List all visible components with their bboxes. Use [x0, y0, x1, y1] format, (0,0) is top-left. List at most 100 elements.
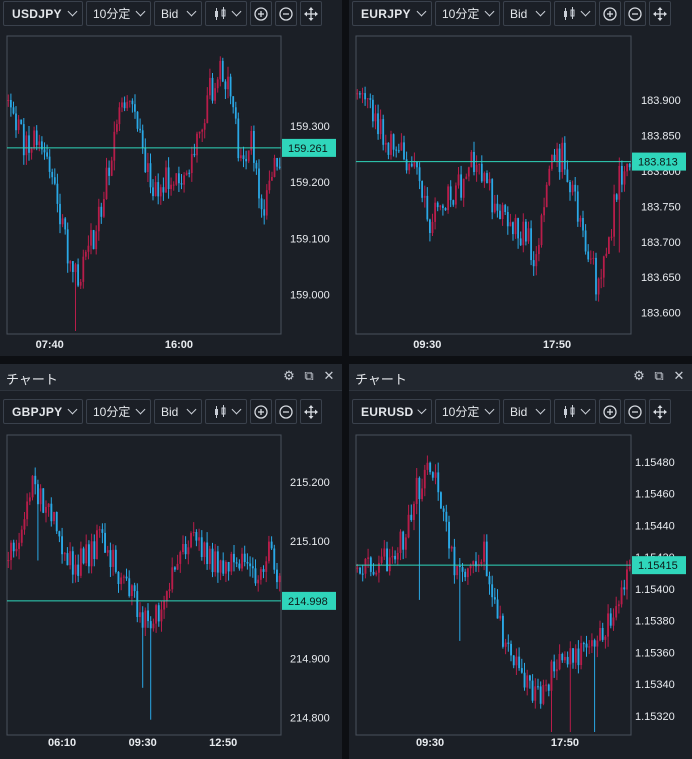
- symbol-select[interactable]: EURUSD: [352, 399, 432, 424]
- candle-body: [507, 642, 510, 644]
- candle-body: [84, 251, 87, 257]
- zoom-out-icon: [628, 6, 642, 21]
- chart-type-select[interactable]: [205, 399, 247, 424]
- timeframe-select[interactable]: 10分定: [86, 1, 151, 26]
- y-tick-label: 215.100: [290, 536, 330, 548]
- candle-body: [396, 553, 399, 560]
- y-tick-label: 159.100: [290, 233, 330, 245]
- candle-body: [457, 174, 460, 186]
- timeframe-label: 10分定: [93, 405, 131, 419]
- candle-body: [160, 609, 163, 622]
- candle-body: [128, 100, 131, 102]
- symbol-select[interactable]: GBPJPY: [3, 399, 83, 424]
- panel-title-bar[interactable]: チャート ⚙ ⧉ ✕: [349, 364, 692, 391]
- candle-body: [104, 532, 106, 553]
- candle-body: [553, 661, 556, 672]
- candle-body: [545, 684, 547, 686]
- timeframe-select[interactable]: 10分定: [86, 399, 151, 424]
- zoom-in-button[interactable]: [250, 1, 272, 26]
- price-type-select[interactable]: Bid: [503, 399, 551, 424]
- price-type-select[interactable]: Bid: [154, 1, 202, 26]
- zoom-in-button[interactable]: [599, 399, 621, 424]
- candle-body: [426, 462, 429, 470]
- candle-body: [22, 124, 25, 156]
- candle-body: [418, 167, 421, 182]
- candle-body: [71, 551, 74, 575]
- y-tick-label: 1.15380: [635, 616, 675, 628]
- candle-body: [582, 643, 585, 645]
- candle-body: [15, 113, 17, 131]
- gear-icon[interactable]: ⚙: [632, 368, 646, 384]
- candle-body: [200, 537, 203, 557]
- symbol-select[interactable]: USDJPY: [3, 1, 83, 26]
- candle-body: [615, 606, 618, 618]
- zoom-out-button[interactable]: [624, 399, 646, 424]
- move-button[interactable]: [649, 1, 671, 26]
- candle-body: [366, 98, 369, 100]
- candle-body: [254, 568, 257, 584]
- zoom-out-button[interactable]: [275, 1, 297, 26]
- candle-body: [545, 184, 548, 208]
- candle-body: [147, 610, 149, 622]
- zoom-in-button[interactable]: [599, 1, 621, 26]
- chart-type-select[interactable]: [554, 1, 596, 26]
- candle-body: [203, 123, 206, 130]
- candle-body: [240, 155, 242, 159]
- candle-body: [55, 512, 58, 532]
- price-type-select[interactable]: Bid: [154, 399, 202, 424]
- price-chart[interactable]: 159.300 159.200 159.100 159.000 159.261 07:40…: [0, 30, 342, 356]
- zoom-in-button[interactable]: [250, 399, 272, 424]
- timeframe-label: 10分定: [93, 7, 131, 21]
- candle-body: [123, 102, 126, 109]
- candle-body: [219, 60, 222, 80]
- candle-body: [537, 686, 539, 688]
- panel-title-bar[interactable]: チャート ⚙ ⧉ ✕: [0, 364, 342, 391]
- candle-body: [421, 488, 423, 500]
- candle-body: [224, 81, 227, 90]
- move-button[interactable]: [300, 399, 322, 424]
- chevron-down-icon: [416, 6, 427, 17]
- move-button[interactable]: [649, 399, 671, 424]
- candle-body: [377, 113, 379, 135]
- price-chart[interactable]: 183.900183.850183.800183.750183.700183.6…: [349, 30, 692, 356]
- candle-body: [225, 562, 227, 574]
- candle-body: [439, 205, 442, 208]
- timeframe-select[interactable]: 10分定: [435, 399, 500, 424]
- candle-body: [602, 256, 605, 278]
- candle-body: [620, 587, 623, 605]
- zoom-out-button[interactable]: [275, 399, 297, 424]
- price-chart[interactable]: 215.200 215.100 214.900 214.800 214.998 06:10…: [0, 428, 342, 759]
- candle-body: [397, 150, 400, 152]
- candle-body: [626, 569, 628, 590]
- chart-type-select[interactable]: [554, 399, 596, 424]
- chevron-down-icon: [580, 404, 590, 415]
- candle-body: [208, 548, 211, 564]
- candle-body: [276, 158, 278, 167]
- y-tick-label: 1.15360: [635, 648, 675, 660]
- symbol-label: EURJPY: [361, 6, 411, 21]
- candle-body: [45, 506, 47, 513]
- candle-body: [483, 541, 485, 562]
- move-button[interactable]: [300, 1, 322, 26]
- candle-body: [270, 541, 273, 549]
- popout-icon[interactable]: ⧉: [302, 368, 316, 384]
- candle-body: [35, 130, 38, 145]
- gear-icon[interactable]: ⚙: [282, 368, 296, 384]
- close-icon[interactable]: ✕: [672, 368, 686, 384]
- candle-body: [33, 130, 35, 149]
- candle-body: [271, 177, 273, 181]
- candle-body: [117, 571, 120, 584]
- popout-icon[interactable]: ⧉: [652, 368, 666, 384]
- close-icon[interactable]: ✕: [322, 368, 336, 384]
- price-chart[interactable]: 1.154801.154601.154401.154201.154001.153…: [349, 428, 692, 759]
- candle-body: [64, 218, 67, 230]
- price-type-select[interactable]: Bid: [503, 1, 551, 26]
- zoom-out-button[interactable]: [624, 1, 646, 26]
- candle-body: [15, 548, 18, 552]
- symbol-select[interactable]: EURJPY: [352, 1, 432, 26]
- chart-type-select[interactable]: [205, 1, 247, 26]
- timeframe-select[interactable]: 10分定: [435, 1, 500, 26]
- candle-body: [192, 532, 195, 533]
- candle-body: [372, 571, 375, 575]
- candle-body: [278, 166, 281, 168]
